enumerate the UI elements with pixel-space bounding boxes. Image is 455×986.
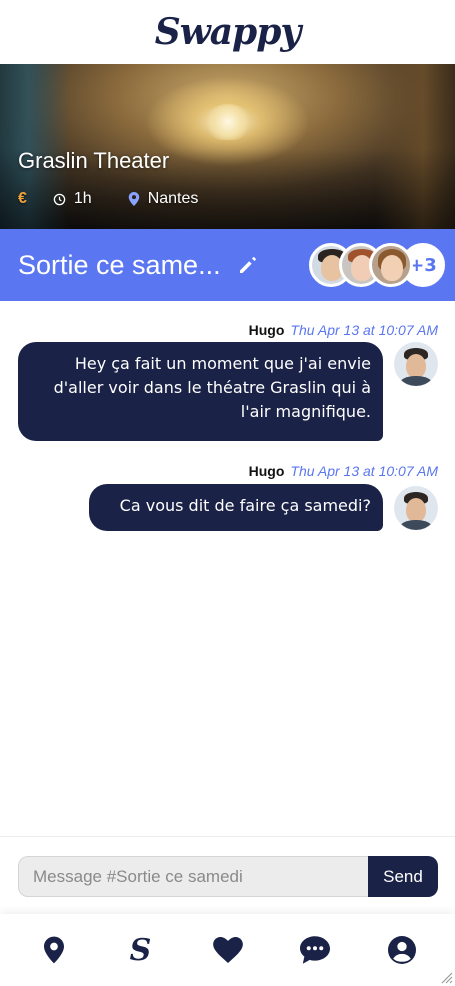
message-author: Hugo [248, 322, 285, 338]
activity-title: Graslin Theater [18, 148, 170, 173]
duration-value: 1h [73, 190, 92, 207]
tab-profile[interactable] [380, 928, 424, 972]
user-circle-icon [387, 936, 416, 964]
group-header: Sortie ce same... +3 [0, 229, 455, 301]
location-pin-icon [43, 936, 64, 964]
group-name[interactable]: Sortie ce same... [18, 250, 221, 281]
message-header: Hugo Thu Apr 13 at 10:07 AM [249, 322, 438, 338]
avatar[interactable] [394, 486, 438, 530]
tab-map[interactable] [32, 928, 76, 972]
activity-meta: € 1h Nantes [18, 190, 198, 208]
message-input[interactable] [18, 856, 370, 897]
send-button[interactable]: Send [368, 856, 438, 897]
avatar[interactable] [394, 342, 438, 386]
top-bar: Swappy [0, 0, 455, 64]
location-value: Nantes [147, 190, 199, 207]
message-line: d'aller voir dans le théatre Graslin qui… [53, 378, 371, 397]
swappy-s-icon: S [129, 932, 152, 968]
location-pin-icon [128, 192, 139, 206]
tab-messages[interactable] [293, 928, 337, 972]
avatar [369, 243, 413, 287]
message-author: Hugo [248, 463, 285, 479]
app-logo[interactable]: Swappy [155, 11, 302, 53]
message-line: Hey ça fait un moment que j'ai envie [74, 354, 371, 373]
message-line: l'air magnifique. [240, 402, 371, 421]
bottom-tab-bar: S [0, 914, 455, 986]
chat-bubble-icon [299, 936, 330, 964]
message-time: Thu Apr 13 at 10:07 AM [290, 322, 438, 338]
message-bubble: Hey ça fait un moment que j'ai envie d'a… [18, 342, 383, 441]
message-time: Thu Apr 13 at 10:07 AM [290, 463, 438, 479]
chandelier-detail [205, 104, 251, 140]
message-header: Hugo Thu Apr 13 at 10:07 AM [249, 463, 438, 479]
duration: 1h [53, 190, 92, 208]
tab-swappy[interactable]: S [119, 928, 163, 972]
activity-hero-image[interactable]: Graslin Theater € 1h Nantes [0, 64, 455, 229]
price-indicator: € [18, 190, 27, 207]
clock-icon [53, 193, 66, 205]
message-bubble: Ca vous dit de faire ça samedi? [89, 484, 383, 531]
location: Nantes [128, 190, 199, 208]
pencil-edit-icon[interactable] [237, 254, 259, 276]
heart-icon [212, 937, 243, 963]
message-composer: Send [0, 836, 455, 914]
member-avatars[interactable]: +3 [309, 243, 445, 287]
resize-grip-icon[interactable] [439, 970, 453, 984]
tab-favorites[interactable] [206, 928, 250, 972]
message-line: Ca vous dit de faire ça samedi? [119, 496, 371, 515]
